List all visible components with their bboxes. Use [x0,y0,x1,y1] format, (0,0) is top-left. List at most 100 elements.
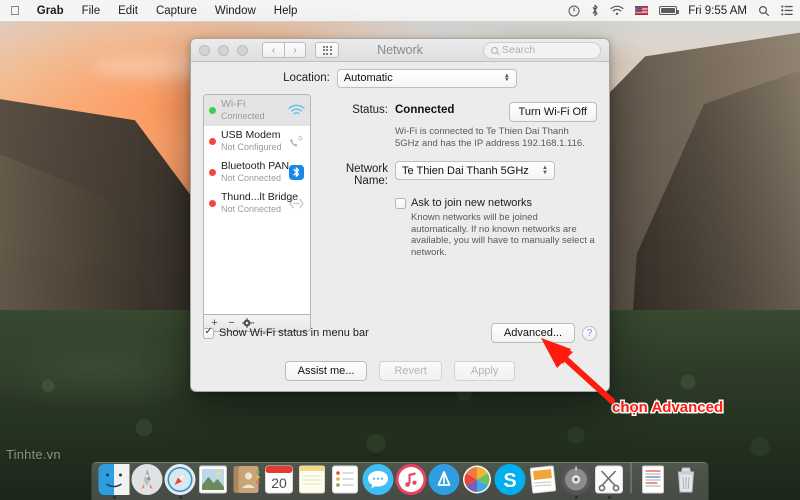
checkbox-box [395,197,406,209]
dock-item-grab[interactable] [594,464,625,499]
network-name-select[interactable]: Te Thien Dai Thanh 5GHz ▲ ▼ [395,161,555,180]
dock-item-photos-preview[interactable] [198,464,229,495]
menu-item-file[interactable]: File [73,0,110,22]
location-select[interactable]: Automatic ▲ ▼ [336,68,517,88]
search-placeholder: Search [502,44,536,56]
location-row: Location: Automatic ▲ ▼ [191,62,609,94]
menu-item-capture[interactable]: Capture [147,0,206,22]
svg-text:20: 20 [271,475,287,491]
zoom-button[interactable] [237,44,248,56]
show-wifi-status-checkbox[interactable]: Show Wi-Fi status in menu bar [203,326,369,339]
service-name: USB Modem [221,129,281,141]
close-button[interactable] [199,44,210,56]
dock-item-launchpad[interactable] [131,464,163,495]
dock: 20 S [91,462,709,500]
location-value: Automatic [343,72,393,84]
svg-text:S: S [503,470,516,492]
status-dot-red [209,168,216,176]
menu-item-window[interactable]: Window [206,0,265,22]
window-traffic-lights [199,44,248,56]
battery-icon[interactable] [659,6,680,15]
service-name: Wi-Fi [221,98,246,110]
dock-item-app-store[interactable] [428,464,460,495]
service-sidebar: Wi-Fi Connected USB Modem Not Configured [203,94,311,332]
navigation-buttons: ‹ › [262,42,306,58]
status-dot-red [209,199,216,207]
menu-item-help[interactable]: Help [265,0,307,22]
dock-separator [630,463,632,493]
menu-bar:  Grab File Edit Capture Window Help Fri… [0,0,800,22]
running-indicator [178,496,182,499]
sidebar-item-thunderbolt-bridge[interactable]: Thund...lt Bridge Not Connected [204,188,310,219]
dock-item-notes[interactable] [297,464,328,495]
dock-item-itunes[interactable] [395,464,427,495]
service-state: Not Connected [221,204,282,214]
thunderbolt-bridge-icon [287,195,305,211]
sidebar-item-wifi[interactable]: Wi-Fi Connected [204,95,310,126]
sidebar-item-usb-modem[interactable]: USB Modem Not Configured [204,126,310,157]
checkbox-box [203,326,214,339]
service-state: Not Configured [221,142,282,152]
ask-to-join-checkbox[interactable]: Ask to join new networks [395,197,597,209]
dock-item-contacts[interactable] [231,464,262,495]
wifi-icon [287,102,305,118]
network-service-list: Wi-Fi Connected USB Modem Not Configured [203,94,311,314]
bluetooth-icon [287,164,305,180]
dock-item-calendar[interactable]: 20 [264,464,295,495]
wifi-icon[interactable] [610,5,624,16]
dock-item-trash[interactable] [671,464,702,495]
service-state: Not Connected [221,173,282,183]
menu-bar-status-area: Fri 9:55 AM [568,4,800,17]
advanced-button[interactable]: Advanced... [490,323,575,343]
window-action-row: Assist me... Revert Apply [191,361,609,381]
chevron-updown-icon: ▲ ▼ [503,72,510,83]
dock-item-finder[interactable] [98,464,130,499]
dock-item-safari[interactable] [164,464,196,499]
running-indicator [112,496,116,499]
status-dot-green [209,106,216,114]
annotation-text: chọn Advanced [610,398,724,418]
power-icon[interactable] [568,5,580,17]
menu-bar-left:  Grab File Edit Capture Window Help [0,0,306,22]
ask-to-join-hint: Known networks will be joined automatica… [411,212,595,258]
notification-center-icon[interactable] [781,5,793,16]
status-hint: Wi-Fi is connected to Te Thien Dai Thanh… [395,126,585,149]
show-wifi-status-label: Show Wi-Fi status in menu bar [219,327,369,339]
sidebar-item-bluetooth-pan[interactable]: Bluetooth PAN Not Connected [204,157,310,188]
running-indicator [607,496,611,499]
revert-button: Revert [379,361,442,381]
minimize-button[interactable] [218,44,229,56]
dock-item-document[interactable] [638,464,669,495]
dock-item-messages[interactable] [362,464,394,495]
assist-me-button[interactable]: Assist me... [284,361,368,381]
forward-button[interactable]: › [284,42,306,58]
network-name-value: Te Thien Dai Thanh 5GHz [402,164,529,177]
dock-item-photos[interactable] [462,464,493,495]
status-row: Status: Connected Turn Wi-Fi Off Wi-Fi i… [323,102,597,149]
window-bottom-row: Show Wi-Fi status in menu bar Advanced..… [203,323,597,343]
window-title-bar[interactable]: ‹ › Network Search [191,39,609,62]
bluetooth-icon[interactable] [591,4,599,17]
dock-item-system-preferences[interactable] [561,464,592,499]
search-icon [491,46,498,54]
network-name-label: Network Name: [345,163,388,187]
apple-menu-icon[interactable]:  [6,0,28,22]
dock-item-keynote[interactable] [528,464,559,495]
dock-item-reminders[interactable] [330,464,361,495]
turn-wifi-off-button[interactable]: Turn Wi-Fi Off [508,102,597,122]
menu-item-edit[interactable]: Edit [109,0,147,22]
us-flag-icon[interactable] [635,6,649,15]
location-label: Location: [283,72,330,84]
window-body: Wi-Fi Connected USB Modem Not Configured [191,94,609,332]
help-button[interactable]: ? [582,325,597,341]
site-watermark: Tinhte.vn [6,447,61,462]
search-input[interactable]: Search [483,41,601,59]
menu-bar-clock[interactable]: Fri 9:55 AM [688,5,747,17]
running-indicator [574,496,578,499]
show-all-grid-icon[interactable] [315,42,339,58]
spotlight-search-icon[interactable] [758,5,770,17]
back-button[interactable]: ‹ [262,42,284,58]
status-dot-red [209,137,216,145]
dock-item-skype[interactable]: S [494,464,526,495]
menu-item-grab[interactable]: Grab [28,0,73,22]
